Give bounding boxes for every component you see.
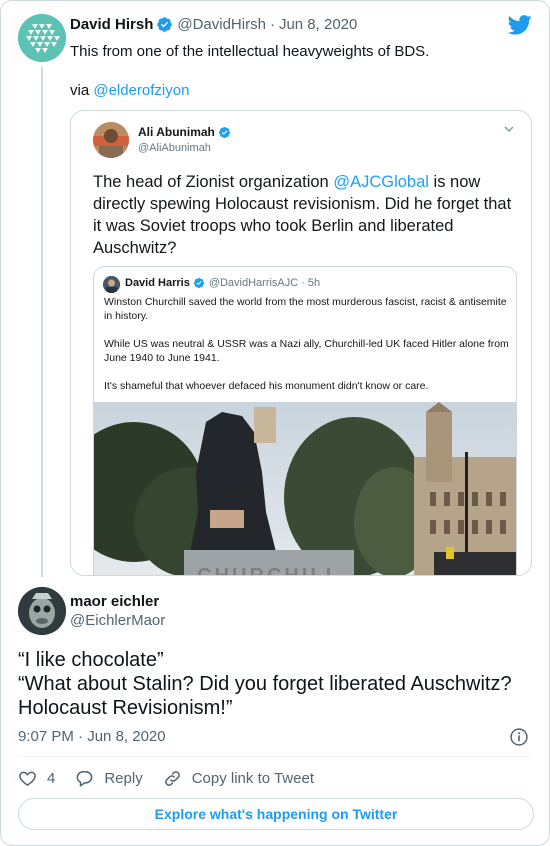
tweet-image[interactable]: Ali Abunimah @AliAbunimah The head of Zi… xyxy=(70,110,532,576)
tweet-date[interactable]: Jun 8, 2020 xyxy=(279,16,357,33)
person-photo-icon xyxy=(103,276,120,293)
author-name[interactable]: maor eichler xyxy=(70,593,159,610)
reply-label: Reply xyxy=(104,769,143,787)
thread-line xyxy=(41,67,43,577)
quoted-header: David Harris @DavidHarrisAJC · 5h xyxy=(125,277,320,289)
reply-button[interactable]: Reply xyxy=(75,769,143,788)
verified-badge-icon xyxy=(218,126,230,138)
avatar-pattern-icon xyxy=(18,14,66,62)
churchill-statue-photo: CHURCHILL xyxy=(94,402,516,576)
plinth-inscription: CHURCHILL xyxy=(197,565,341,576)
avatar[interactable] xyxy=(18,587,66,635)
quoted-author-name: David Harris xyxy=(125,277,190,289)
embedded-author-name-text: Ali Abunimah xyxy=(138,125,215,139)
verified-badge-icon xyxy=(157,17,173,32)
tweet-time: 9:07 PM xyxy=(18,728,74,745)
quoted-paragraph: It's shameful that whoever defaced his m… xyxy=(104,380,429,392)
tweet-date: Jun 8, 2020 xyxy=(87,728,166,745)
person-photo-icon xyxy=(18,587,66,635)
tweet-actions: 4 Reply Copy link to Tweet xyxy=(18,767,334,789)
copy-link-button[interactable]: Copy link to Tweet xyxy=(163,769,314,788)
via-line: via @elderofziyon xyxy=(70,81,189,100)
verified-badge-icon xyxy=(193,277,204,289)
link-icon xyxy=(164,770,180,786)
info-icon[interactable] xyxy=(509,727,529,747)
parent-tweet-header: David Hirsh @DavidHirsh · Jun 8, 2020 xyxy=(70,16,357,33)
quoted-tweet: David Harris @DavidHarrisAJC · 5h Winsto… xyxy=(93,266,517,576)
reply-line: Holocaust Revisionism!” xyxy=(18,697,233,719)
embedded-avatar xyxy=(93,122,129,158)
embedded-mention: @AJCGlobal xyxy=(333,173,429,191)
quoted-paragraph: Winston Churchill saved the world from t… xyxy=(104,296,507,322)
tweet-timestamp[interactable]: 9:07 PM · Jun 8, 2020 xyxy=(18,728,166,745)
tweet-embed-card: David Hirsh @DavidHirsh · Jun 8, 2020 Th… xyxy=(0,0,550,846)
separator-dot: · xyxy=(301,277,305,289)
tweet-text: This from one of the intellectual heavyw… xyxy=(70,43,430,60)
like-count: 4 xyxy=(47,769,56,787)
chevron-down-icon xyxy=(504,126,514,133)
embedded-author-name: Ali Abunimah xyxy=(138,125,235,139)
copy-link-label: Copy link to Tweet xyxy=(191,769,314,787)
embedded-author-handle: @AliAbunimah xyxy=(138,142,211,154)
separator-dot: · xyxy=(269,16,275,33)
reply-line: “I like chocolate” xyxy=(18,649,164,671)
separator-dot: · xyxy=(78,728,84,745)
explore-twitter-button[interactable]: Explore what's happening on Twitter xyxy=(18,798,534,830)
quoted-paragraph: While US was neutral & USSR was a Nazi a… xyxy=(104,338,509,364)
avatar[interactable] xyxy=(18,14,66,62)
author-handle[interactable]: @DavidHirsh xyxy=(177,16,266,33)
parent-tweet[interactable]: David Hirsh @DavidHirsh · Jun 8, 2020 Th… xyxy=(1,1,549,581)
reply-tweet-text: “I like chocolate” “What about Stalin? D… xyxy=(18,648,538,720)
quoted-author-handle: @DavidHarrisAJC xyxy=(208,277,299,289)
quoted-time: 5h xyxy=(307,277,321,289)
quoted-avatar xyxy=(103,276,120,293)
like-button[interactable]: 4 xyxy=(18,769,55,788)
author-name[interactable]: David Hirsh xyxy=(70,16,153,33)
divider xyxy=(18,756,532,757)
author-handle[interactable]: @EichlerMaor xyxy=(70,612,165,629)
embedded-text-before: The head of Zionist organization xyxy=(93,173,334,191)
person-photo-icon xyxy=(93,122,129,158)
twitter-logo-icon[interactable] xyxy=(508,15,532,35)
via-prefix: via xyxy=(70,82,94,99)
reply-line: “What about Stalin? Did you forget liber… xyxy=(18,673,512,695)
heart-icon xyxy=(19,771,36,786)
via-mention-link[interactable]: @elderofziyon xyxy=(93,82,189,99)
reply-icon xyxy=(76,770,93,787)
quoted-body: Winston Churchill saved the world from t… xyxy=(104,295,509,407)
embedded-tweet-text: The head of Zionist organization @AJCGlo… xyxy=(93,171,523,259)
